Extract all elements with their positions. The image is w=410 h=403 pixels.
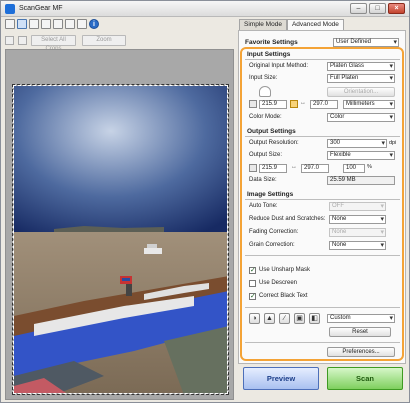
- dpi-unit: dpi: [389, 140, 397, 146]
- scale-unit: %: [367, 164, 372, 170]
- brightness-contrast-icon[interactable]: ◑: [249, 313, 260, 324]
- image-settings-title: Image Settings: [247, 191, 294, 198]
- delete-crop-icon[interactable]: [18, 35, 27, 45]
- grain-correction-select[interactable]: None: [329, 241, 386, 250]
- advanced-mode-panel: Favorite Settings User Defined Input Set…: [238, 30, 406, 364]
- correct-black-text-checkbox[interactable]: [249, 292, 256, 300]
- section-divider: [245, 59, 400, 60]
- thumbnail-icon[interactable]: [41, 19, 51, 29]
- final-review-icon[interactable]: ▣: [294, 313, 305, 324]
- auto-tone-label: Auto Tone:: [249, 203, 278, 209]
- rotate-left-icon[interactable]: [53, 19, 63, 29]
- preview-button[interactable]: Preview: [243, 367, 319, 390]
- section-divider: [245, 255, 400, 256]
- action-bar: Preview Scan: [238, 367, 406, 399]
- copy-icon[interactable]: [29, 19, 39, 29]
- minimize-button[interactable]: –: [350, 3, 367, 14]
- input-height-field[interactable]: 297.0: [310, 100, 338, 109]
- input-method-label: Original Input Method:: [249, 63, 309, 69]
- aspect-lock-icon[interactable]: [290, 100, 298, 108]
- orientation-button[interactable]: Orientation...: [327, 87, 395, 97]
- tone-curve-icon[interactable]: ∕: [279, 313, 290, 324]
- output-size-select[interactable]: Flexible: [327, 151, 395, 160]
- scan-button[interactable]: Scan: [327, 367, 403, 390]
- tab-simple-mode[interactable]: Simple Mode: [239, 19, 287, 30]
- preview-area: [5, 49, 234, 400]
- maximize-button[interactable]: □: [369, 3, 386, 14]
- window-title: ScanGear MF: [19, 5, 63, 12]
- input-size-select[interactable]: Full Platen: [327, 74, 395, 83]
- select-all-crops-button[interactable]: Select All Crops: [31, 34, 76, 52]
- output-settings-title: Output Settings: [247, 128, 296, 135]
- orientation-preview-icon: [259, 86, 271, 97]
- output-width-field[interactable]: 215.9: [259, 164, 287, 173]
- crop-frame-icon[interactable]: [5, 35, 14, 45]
- scangear-window: ScanGear MF – □ × i Select All Crops Zoo…: [0, 0, 410, 403]
- favorite-settings-select[interactable]: User Defined: [333, 38, 399, 47]
- section-divider: [245, 136, 400, 137]
- input-width-field[interactable]: 215.9: [259, 100, 287, 109]
- tone-preset-select[interactable]: Custom: [327, 314, 395, 323]
- output-size-label: Output Size:: [249, 152, 283, 158]
- section-divider: [245, 199, 400, 200]
- output-size-lock-icon[interactable]: [249, 164, 257, 172]
- auto-crop-icon[interactable]: [5, 19, 15, 29]
- preview-toolbar: i: [5, 19, 99, 31]
- info-icon[interactable]: i: [89, 19, 99, 29]
- zoom-button[interactable]: Zoom: [82, 34, 126, 46]
- flip-icon[interactable]: [77, 19, 87, 29]
- preferences-button[interactable]: Preferences...: [327, 347, 395, 357]
- grain-correction-label: Grain Correction:: [249, 242, 295, 248]
- input-settings-title: Input Settings: [247, 51, 291, 58]
- descreen-label: Use Descreen: [259, 280, 298, 286]
- crop-toolbar: Select All Crops Zoom: [5, 34, 126, 52]
- app-icon: [5, 4, 15, 14]
- close-button[interactable]: ×: [388, 3, 405, 14]
- input-method-select[interactable]: Platen Glass: [327, 62, 395, 71]
- correct-black-text-label: Correct Black Text: [259, 293, 308, 299]
- reduce-dust-select[interactable]: None: [329, 215, 386, 224]
- mode-tabs: Simple Mode Advanced Mode: [239, 19, 344, 31]
- output-swap-icon[interactable]: ↔: [291, 164, 297, 170]
- title-bar: ScanGear MF – □ ×: [1, 1, 409, 17]
- output-resolution-select[interactable]: 300: [327, 139, 387, 148]
- maximize-icon: □: [375, 5, 380, 12]
- data-size-value: 25.59 MB: [327, 176, 395, 185]
- rotate-right-icon[interactable]: [65, 19, 75, 29]
- unit-select[interactable]: Millimeters: [343, 100, 395, 109]
- color-mode-label: Color Mode:: [249, 114, 282, 120]
- output-height-field[interactable]: 297.0: [301, 164, 329, 173]
- unsharp-mask-label: Use Unsharp Mask: [259, 267, 311, 273]
- preview-image[interactable]: [12, 84, 229, 395]
- threshold-icon[interactable]: ◧: [309, 313, 320, 324]
- swap-dimensions-icon[interactable]: ↔: [300, 100, 306, 106]
- auto-tone-select[interactable]: OFF: [329, 202, 386, 211]
- scale-field[interactable]: 100: [343, 164, 365, 173]
- color-mode-select[interactable]: Color: [327, 113, 395, 122]
- fading-correction-label: Fading Correction:: [249, 229, 299, 235]
- section-divider: [245, 307, 400, 308]
- output-resolution-label: Output Resolution:: [249, 140, 299, 146]
- reduce-dust-label: Reduce Dust and Scratches:: [249, 216, 326, 222]
- data-size-label: Data Size:: [249, 177, 277, 183]
- close-icon: ×: [394, 5, 399, 12]
- input-size-label: Input Size:: [249, 75, 278, 81]
- reset-button[interactable]: Reset: [329, 327, 391, 337]
- unsharp-mask-checkbox[interactable]: [249, 266, 256, 274]
- preview-photo: [14, 86, 227, 393]
- multi-crop-icon[interactable]: [17, 19, 27, 29]
- histogram-icon[interactable]: ▲: [264, 313, 275, 324]
- descreen-checkbox[interactable]: [249, 280, 256, 287]
- section-divider: [245, 342, 400, 343]
- minimize-icon: –: [356, 5, 361, 12]
- size-lock-icon[interactable]: [249, 100, 257, 108]
- favorite-settings-label: Favorite Settings: [245, 39, 298, 46]
- fading-correction-select[interactable]: None: [329, 228, 386, 237]
